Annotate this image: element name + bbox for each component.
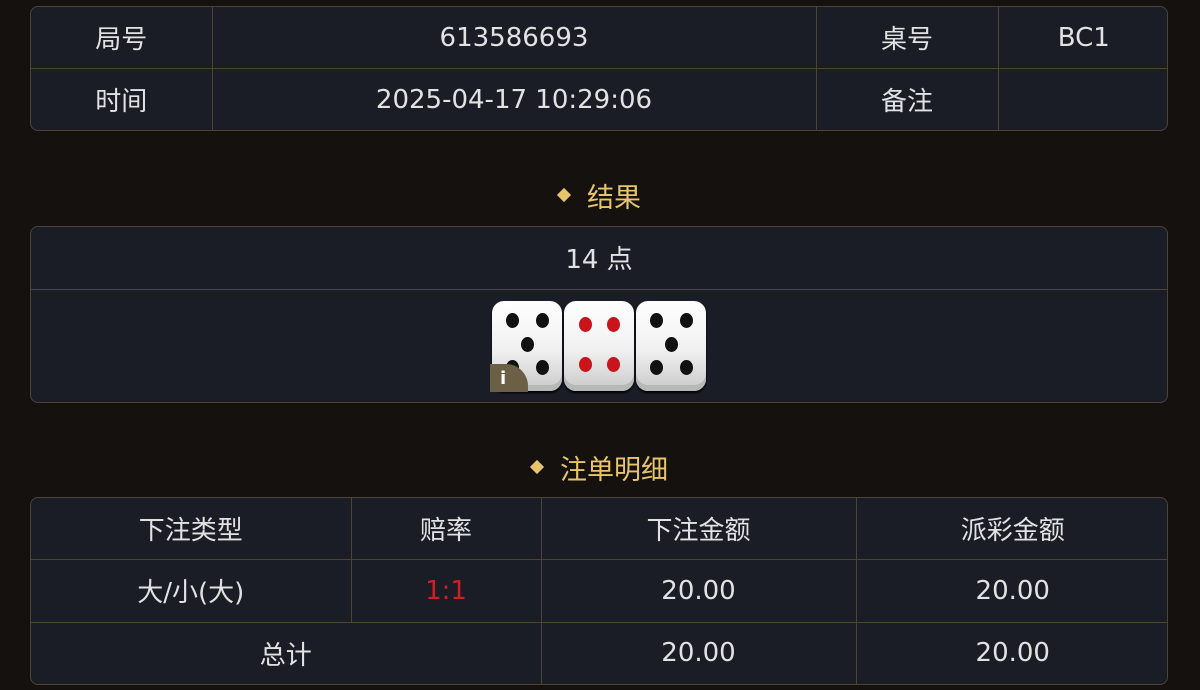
die-pip	[536, 360, 550, 376]
time-value: 2025-04-17 10:29:06	[211, 68, 817, 130]
die-pip	[505, 313, 519, 329]
die-pip	[579, 356, 592, 372]
total-row: 总计 20.00 20.00	[31, 621, 1167, 684]
table-value: BC1	[997, 7, 1167, 69]
time-label: 时间	[31, 68, 213, 130]
round-info-table: 局号 613586693 桌号 BC1 时间 2025-04-17 10:29:…	[30, 6, 1168, 131]
die-pip	[680, 360, 694, 376]
die-5-icon: i	[490, 300, 562, 392]
bets-title: 注单明细	[560, 455, 668, 486]
diamond-icon	[529, 459, 545, 474]
total-payout: 20.00	[855, 621, 1167, 684]
table-row: 大/小(大) 1:1 20.00 20.00	[31, 559, 1167, 623]
note-value	[997, 68, 1167, 130]
die-pip	[649, 360, 663, 376]
die-pip	[665, 336, 678, 352]
die-pip	[536, 313, 550, 329]
total-amount: 20.00	[540, 621, 857, 684]
note-label: 备注	[815, 68, 999, 130]
result-panel: 14 点 i	[30, 226, 1168, 403]
header-bet-amount: 下注金额	[540, 498, 857, 561]
bet-type-cell: 大/小(大)	[31, 559, 352, 623]
die-pip	[607, 316, 620, 332]
header-payout: 派彩金额	[855, 498, 1167, 561]
die-pip	[680, 313, 694, 329]
total-label: 总计	[31, 621, 542, 684]
die-5-icon	[636, 300, 706, 391]
bet-amount-cell: 20.00	[540, 559, 857, 623]
round-value: 613586693	[211, 7, 817, 69]
bets-table: 下注类型 赔率 下注金额 派彩金额 大/小(大) 1:1 20.00 20.00…	[30, 497, 1168, 685]
die-pip	[607, 356, 620, 372]
payout-cell: 20.00	[855, 559, 1167, 623]
round-label: 局号	[31, 7, 213, 69]
die-4-icon	[564, 300, 634, 391]
bets-section-title: 注单明细	[0, 448, 1200, 487]
odds-cell: 1:1	[350, 559, 542, 623]
die-pip	[579, 316, 592, 332]
result-points: 14 点	[31, 227, 1167, 290]
dice-row: i	[31, 288, 1167, 402]
result-section-title: 结果	[0, 176, 1200, 215]
info-icon[interactable]: i	[490, 363, 528, 392]
header-odds: 赔率	[350, 498, 542, 561]
header-bet-type: 下注类型	[31, 498, 352, 561]
die-pip	[649, 313, 663, 329]
result-title: 结果	[587, 183, 641, 214]
table-label: 桌号	[815, 7, 999, 69]
diamond-icon	[556, 187, 572, 202]
dice-group: i	[31, 300, 1167, 392]
die-pip	[521, 336, 534, 352]
